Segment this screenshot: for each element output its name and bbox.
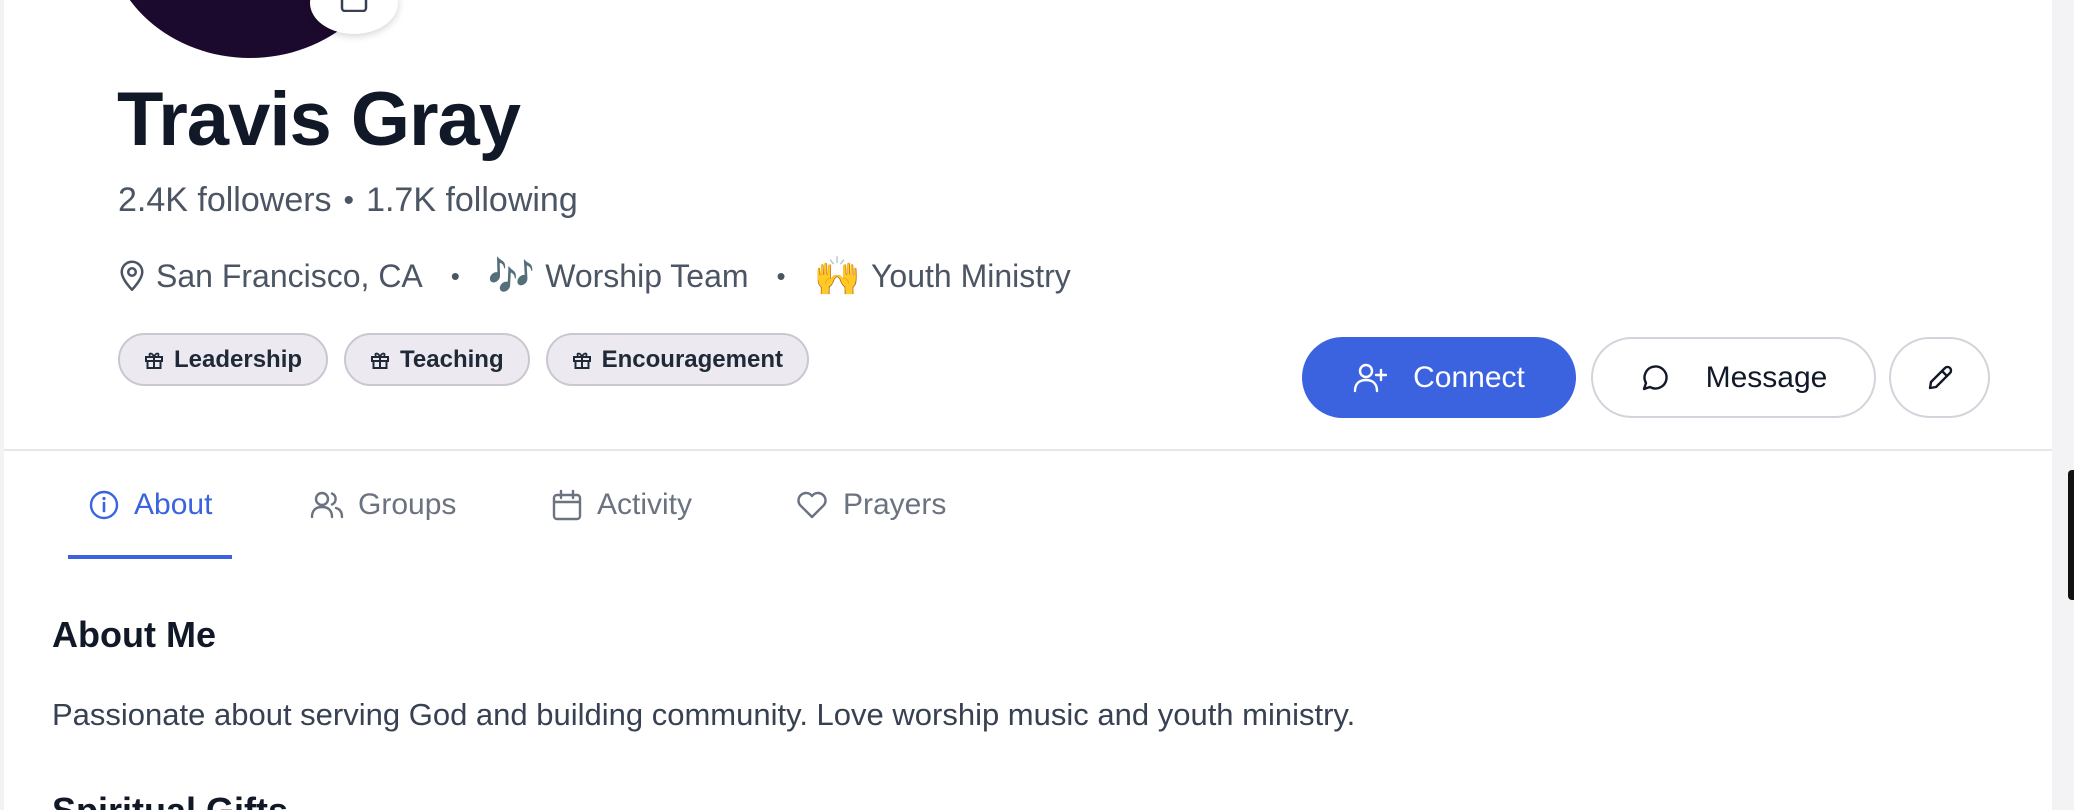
following-count[interactable]: 1.7K following	[366, 181, 578, 220]
gift-chip-leadership[interactable]: Leadership	[118, 333, 329, 386]
tab-label: About	[134, 488, 213, 521]
ministry-worship-team: Worship Team	[545, 257, 749, 294]
info-icon	[89, 490, 119, 520]
profile-meta: San Francisco, CA • 🎶 Worship Team • 🙌 Y…	[118, 257, 1071, 295]
ministry-youth-ministry: Youth Ministry	[870, 257, 1071, 294]
heart-icon	[797, 491, 827, 519]
gift-chip-encouragement[interactable]: Encouragement	[545, 333, 809, 386]
gift-chip-teaching[interactable]: Teaching	[344, 333, 530, 386]
pencil-icon	[1928, 365, 1952, 389]
follow-separator: •	[343, 183, 355, 217]
calendar-icon	[552, 489, 582, 521]
tab-activity[interactable]: Activity	[551, 451, 692, 559]
message-circle-icon	[1642, 364, 1668, 390]
spiritual-gifts-section-title: Spiritual Gifts	[52, 790, 288, 810]
profile-card: Travis Gray 2.4K followers • 1.7K follow…	[4, 0, 2052, 810]
profile-name: Travis Gray	[117, 77, 521, 162]
active-tab-indicator	[68, 555, 232, 559]
raising-hands-icon: 🙌	[813, 254, 861, 298]
gift-chip-label: Teaching	[400, 345, 504, 373]
meta-separator: •	[450, 260, 460, 291]
tab-label: Prayers	[843, 488, 947, 521]
spiritual-gifts-chips: Leadership Teaching Encouragement	[118, 333, 809, 386]
tab-label: Groups	[358, 488, 457, 521]
message-button[interactable]: Message	[1591, 337, 1876, 418]
gift-icon	[371, 352, 390, 369]
tab-label: Activity	[597, 488, 693, 521]
user-plus-icon	[1353, 363, 1388, 392]
users-icon	[310, 491, 344, 519]
edit-profile-button[interactable]	[1889, 337, 1990, 418]
tab-prayers[interactable]: Prayers	[795, 451, 946, 559]
meta-separator: •	[776, 260, 786, 291]
connect-label: Connect	[1413, 360, 1525, 394]
about-section-title: About Me	[52, 614, 216, 655]
camera-icon	[340, 0, 368, 12]
location-text: San Francisco, CA	[156, 257, 423, 294]
connect-button[interactable]: Connect	[1302, 337, 1576, 418]
tab-about[interactable]: About	[88, 451, 212, 559]
gift-chip-label: Leadership	[174, 345, 303, 373]
gift-chip-label: Encouragement	[601, 345, 783, 373]
music-notes-icon: 🎶	[487, 254, 536, 298]
follow-stats: 2.4K followers • 1.7K following	[118, 181, 578, 220]
about-bio: Passionate about serving God and buildin…	[52, 697, 1356, 732]
map-pin-icon	[118, 260, 146, 292]
profile-tabs: About Groups Activity Prayers	[4, 451, 2052, 559]
gift-icon	[572, 352, 591, 369]
scrollbar-handle[interactable]	[2068, 470, 2074, 600]
followers-count[interactable]: 2.4K followers	[118, 181, 332, 220]
tab-groups[interactable]: Groups	[310, 451, 456, 559]
window-edge	[2052, 0, 2074, 810]
message-label: Message	[1705, 360, 1828, 394]
gift-icon	[145, 352, 163, 369]
